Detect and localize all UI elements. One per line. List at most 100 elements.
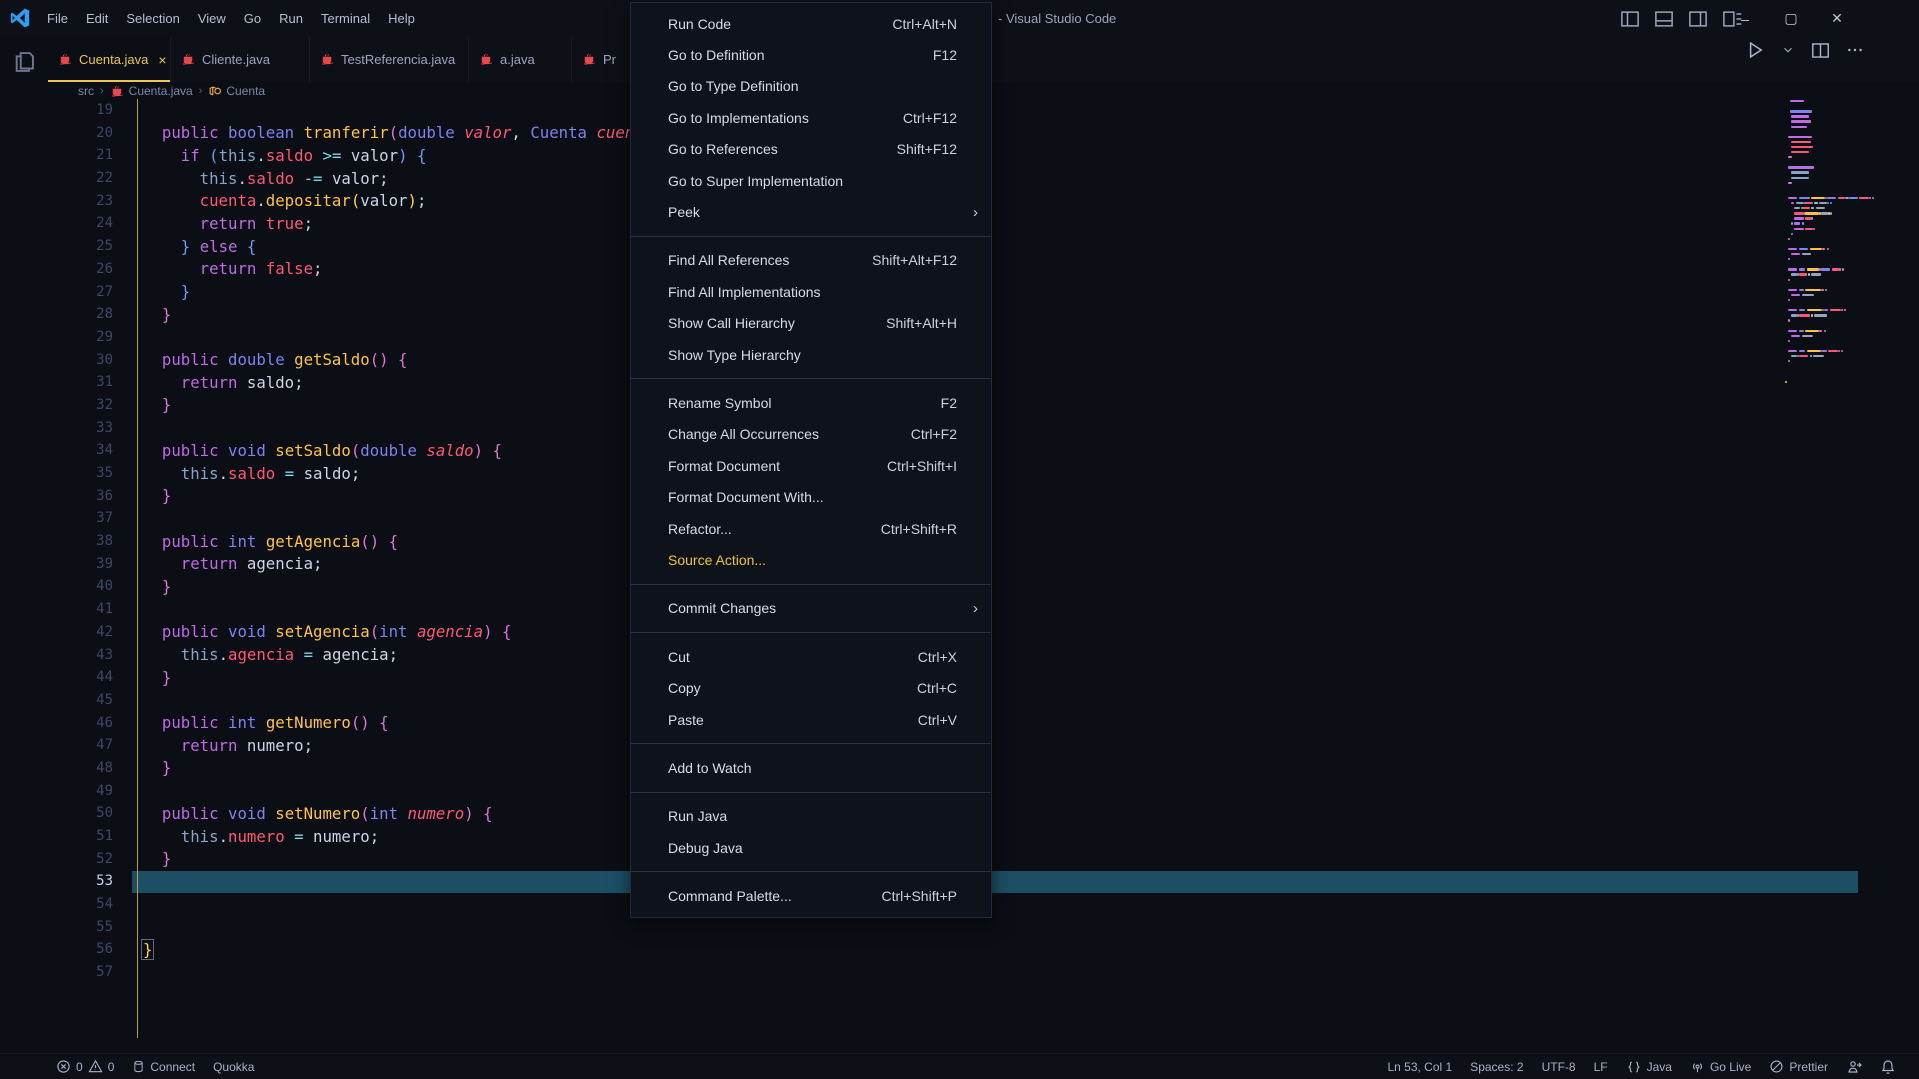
- breadcrumb-item-cuenta[interactable]: Cuenta: [208, 84, 265, 98]
- explorer-icon[interactable]: [0, 38, 48, 86]
- status-connect[interactable]: Connect: [123, 1054, 204, 1079]
- toggle-panel-icon[interactable]: [1654, 9, 1674, 29]
- status-encoding[interactable]: UTF-8: [1533, 1054, 1585, 1079]
- menu-item-shortcut: Ctrl+X: [917, 648, 957, 665]
- status-label: LF: [1593, 1059, 1608, 1074]
- more-actions-button[interactable]: [1846, 41, 1864, 59]
- toggle-sidebar-icon[interactable]: [1620, 9, 1640, 29]
- menu-item-label: Command Palette...: [668, 888, 792, 905]
- menu-item-format-document[interactable]: Format Document Ctrl+Shift+I: [631, 450, 991, 481]
- breadcrumb-item-cuenta-java[interactable]: Cuenta.java: [110, 84, 193, 99]
- status-problems[interactable]: 00: [47, 1054, 123, 1079]
- menu-item-format-document-with[interactable]: Format Document With...: [631, 481, 991, 512]
- status-prettier[interactable]: Prettier: [1760, 1054, 1837, 1079]
- menu-item-shortcut: F2: [940, 394, 957, 411]
- menubar-item-run[interactable]: Run: [270, 0, 312, 37]
- menu-item-go-to-definition[interactable]: Go to Definition F12: [631, 39, 991, 70]
- status-language-mode[interactable]: Java: [1617, 1054, 1681, 1079]
- menu-item-go-to-references[interactable]: Go to References Shift+F12: [631, 134, 991, 165]
- line-text: return agencia;: [180, 554, 323, 574]
- minimap-line: [1788, 360, 1791, 363]
- minimap-line: [1811, 314, 1814, 317]
- breadcrumb-separator: ›: [100, 85, 104, 97]
- status-label: Go Live: [1709, 1059, 1752, 1074]
- menu-item-run-java[interactable]: Run Java: [631, 801, 991, 832]
- tab-cuenta-java[interactable]: Cuenta.java ×: [48, 37, 171, 82]
- minimap-line: [1791, 202, 1795, 205]
- minimap-line: [1823, 309, 1829, 312]
- menubar-item-help[interactable]: Help: [379, 0, 424, 37]
- menu-item-run-code[interactable]: Run Code Ctrl+Alt+N: [631, 8, 991, 39]
- menu-item-shortcut: F12: [932, 47, 957, 64]
- menu-item-add-to-watch[interactable]: Add to Watch: [631, 752, 991, 783]
- minimap[interactable]: [1785, 100, 1874, 520]
- menu-item-show-type-hierarchy[interactable]: Show Type Hierarchy: [631, 339, 991, 370]
- minimap-line: [1819, 329, 1823, 332]
- line-text: public boolean tranferir(double valor, C…: [161, 123, 682, 143]
- minimap-line: [1794, 207, 1801, 210]
- line-text: }: [161, 576, 172, 596]
- split-editor-button[interactable]: [1811, 41, 1830, 60]
- menubar-item-terminal[interactable]: Terminal: [312, 0, 379, 37]
- run-button[interactable]: [1745, 40, 1765, 60]
- status-eol[interactable]: LF: [1585, 1054, 1617, 1079]
- menubar-item-view[interactable]: View: [189, 0, 235, 37]
- tab-close-icon[interactable]: ×: [158, 52, 166, 68]
- minimap-line: [1819, 202, 1827, 205]
- code-line-55[interactable]: 55: [48, 915, 1788, 938]
- menu-item-go-to-implementations[interactable]: Go to Implementations Ctrl+F12: [631, 102, 991, 133]
- code-line-57[interactable]: 57: [48, 961, 1788, 984]
- menu-item-debug-java[interactable]: Debug Java: [631, 832, 991, 863]
- menubar-item-selection[interactable]: Selection: [117, 0, 188, 37]
- menu-item-find-all-implementations[interactable]: Find All Implementations: [631, 276, 991, 307]
- menubar-item-file[interactable]: File: [38, 0, 77, 37]
- code-line-56[interactable]: 56}: [48, 938, 1788, 961]
- line-number: 46: [96, 714, 113, 731]
- minimap-line: [1820, 268, 1830, 271]
- menu-item-change-all-occurrences[interactable]: Change All Occurrences Ctrl+F2: [631, 419, 991, 450]
- minimap-line: [1788, 268, 1798, 271]
- minimap-line: [1829, 309, 1841, 312]
- menu-item-go-to-super-implementation[interactable]: Go to Super Implementation: [631, 165, 991, 196]
- line-number: 43: [96, 646, 113, 663]
- menubar-item-go[interactable]: Go: [235, 0, 270, 37]
- toggle-secondary-sidebar-icon[interactable]: [1688, 9, 1708, 29]
- status-feedback[interactable]: [1837, 1054, 1871, 1079]
- menu-item-paste[interactable]: Paste Ctrl+V: [631, 704, 991, 735]
- minimize-button[interactable]: –: [1732, 11, 1758, 27]
- minimap-line: [1826, 202, 1829, 205]
- menu-item-label: Peek: [668, 204, 700, 221]
- run-dropdown[interactable]: [1781, 43, 1795, 57]
- menu-item-cut[interactable]: Cut Ctrl+X: [631, 641, 991, 672]
- status-notifications[interactable]: [1871, 1054, 1905, 1079]
- menu-item-command-palette[interactable]: Command Palette... Ctrl+Shift+P: [631, 880, 991, 911]
- status-label: Spaces: 2: [1470, 1059, 1524, 1074]
- java-file-icon: [582, 52, 597, 67]
- tab-testreferencia-java[interactable]: TestReferencia.java: [310, 37, 469, 82]
- tab-cliente-java[interactable]: Cliente.java: [171, 37, 310, 82]
- status-quokka[interactable]: Quokka: [204, 1054, 263, 1079]
- menu-item-go-to-type-definition[interactable]: Go to Type Definition: [631, 71, 991, 102]
- menu-item-copy[interactable]: Copy Ctrl+C: [631, 672, 991, 703]
- menu-item-show-call-hierarchy[interactable]: Show Call Hierarchy Shift+Alt+H: [631, 308, 991, 339]
- line-text: }: [161, 667, 172, 687]
- tab-a-java[interactable]: a.java: [469, 37, 572, 82]
- menu-item-commit-changes[interactable]: Commit Changes ›: [631, 593, 991, 624]
- menu-item-source-action[interactable]: Source Action...: [631, 544, 991, 575]
- line-text: }: [161, 758, 172, 778]
- minimap-line: [1802, 334, 1813, 337]
- menubar-item-edit[interactable]: Edit: [77, 0, 117, 37]
- menu-item-shortcut: Ctrl+Shift+P: [881, 888, 957, 905]
- status-go-live[interactable]: Go Live: [1681, 1054, 1760, 1079]
- breadcrumb-item-src[interactable]: src: [78, 84, 94, 98]
- menu-item-refactor[interactable]: Refactor... Ctrl+Shift+R: [631, 513, 991, 544]
- line-text: }: [161, 486, 172, 506]
- close-button[interactable]: ✕: [1824, 10, 1850, 27]
- menu-item-peek[interactable]: Peek ›: [631, 196, 991, 227]
- maximize-button[interactable]: ▢: [1778, 10, 1804, 27]
- menu-item-label: Find All References: [668, 252, 790, 269]
- status-cursor-position[interactable]: Ln 53, Col 1: [1378, 1054, 1461, 1079]
- menu-item-find-all-references[interactable]: Find All References Shift+Alt+F12: [631, 245, 991, 276]
- status-indentation[interactable]: Spaces: 2: [1461, 1054, 1532, 1079]
- menu-item-rename-symbol[interactable]: Rename Symbol F2: [631, 387, 991, 418]
